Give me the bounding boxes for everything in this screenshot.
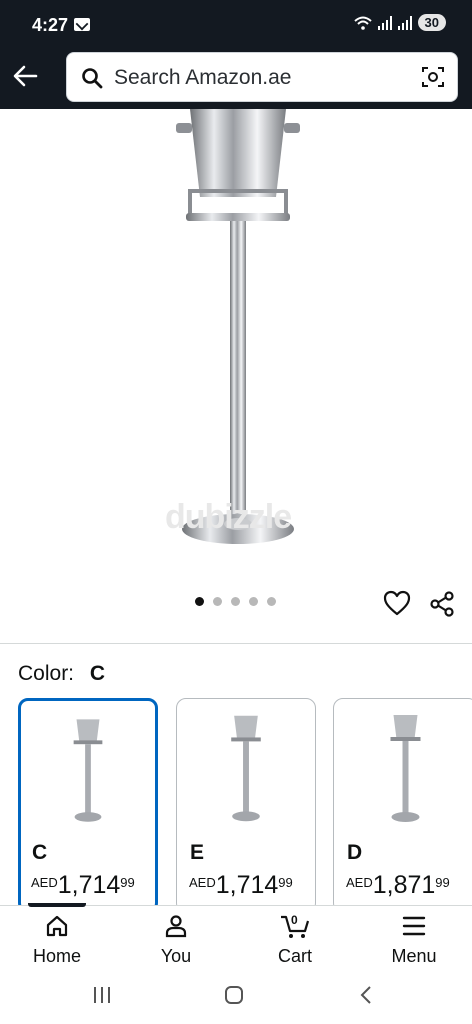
carousel-dot[interactable]: [249, 597, 258, 606]
user-icon: [131, 912, 221, 940]
nav-menu[interactable]: Menu: [369, 912, 459, 967]
nav-you-label: You: [160, 946, 192, 966]
price-currency: AED: [346, 875, 373, 890]
home-button-icon[interactable]: [224, 985, 244, 1010]
recent-apps-icon[interactable]: [92, 985, 112, 1010]
nav-home-label: Home: [32, 946, 81, 966]
nav-cart-label: Cart: [277, 946, 312, 966]
color-option-price: AED1,71499: [189, 871, 293, 900]
product-image[interactable]: dubizzle: [0, 109, 472, 644]
price-whole: 1,714: [215, 871, 279, 899]
carousel-dot[interactable]: [213, 597, 222, 606]
nav-menu-label: Menu: [391, 946, 437, 966]
mail-notification-icon: [74, 18, 90, 31]
signal-icon-2: [397, 15, 412, 30]
product-thumbnail: [390, 715, 421, 822]
system-navigation-bar: [0, 969, 472, 1024]
carousel-dot[interactable]: [195, 597, 204, 606]
wine-bucket-stand-image: [176, 109, 300, 544]
battery-indicator: 30: [417, 14, 446, 31]
price-fraction: 99: [120, 875, 135, 890]
price-fraction: 99: [435, 875, 450, 890]
search-input[interactable]: Search Amazon.ae: [114, 66, 291, 90]
product-thumbnail: [73, 719, 103, 822]
price-whole: 1,714: [57, 871, 121, 899]
color-option-price: AED1,71499: [31, 871, 135, 900]
product-thumbnail: [231, 715, 261, 822]
status-bar: 4:27 30: [0, 0, 472, 48]
price-currency: AED: [31, 875, 58, 890]
back-arrow-icon[interactable]: [10, 60, 42, 92]
home-icon: [12, 912, 102, 940]
nav-cart[interactable]: 0 Cart: [250, 912, 340, 967]
camera-scan-icon[interactable]: [421, 65, 445, 94]
search-icon: [81, 67, 103, 94]
color-option-card-e[interactable]: E AED1,71499: [176, 698, 316, 913]
price-whole: 1,871: [372, 871, 436, 899]
carousel-dot[interactable]: [267, 597, 276, 606]
color-option-card-d[interactable]: D AED1,87199: [333, 698, 472, 913]
signal-icon: [377, 15, 392, 30]
wifi-icon: [353, 16, 372, 30]
search-bar[interactable]: Search Amazon.ae: [66, 52, 458, 102]
heart-icon[interactable]: [383, 590, 411, 621]
menu-icon: [369, 912, 459, 940]
color-option-card-c[interactable]: C AED1,71499: [18, 698, 158, 913]
top-header: 4:27 30 Search Amazon.ae: [0, 0, 472, 109]
color-option-name: C: [32, 841, 48, 864]
color-option-price: AED1,87199: [346, 871, 450, 900]
color-label-text: Color:: [18, 662, 75, 685]
bottom-navigation: Home You 0 Cart Menu: [0, 903, 472, 969]
watermark-text: dubizzle: [165, 498, 292, 536]
color-label: Color: C: [18, 662, 105, 686]
cart-count-badge: 0: [291, 913, 298, 927]
active-tab-indicator: [28, 903, 86, 907]
cart-icon: 0: [250, 912, 340, 940]
price-fraction: 99: [278, 875, 293, 890]
carousel-indicator[interactable]: [195, 597, 276, 606]
carousel-dot[interactable]: [231, 597, 240, 606]
price-currency: AED: [189, 875, 216, 890]
share-icon[interactable]: [428, 590, 456, 623]
back-button-icon[interactable]: [358, 985, 374, 1010]
nav-home[interactable]: Home: [12, 912, 102, 967]
color-option-name: D: [347, 841, 363, 864]
selected-color-value: C: [89, 662, 106, 685]
nav-you[interactable]: You: [131, 912, 221, 967]
color-option-name: E: [190, 841, 205, 864]
section-divider: [0, 643, 472, 644]
system-status-icons: 30: [353, 14, 446, 31]
status-time: 4:27: [32, 15, 69, 35]
